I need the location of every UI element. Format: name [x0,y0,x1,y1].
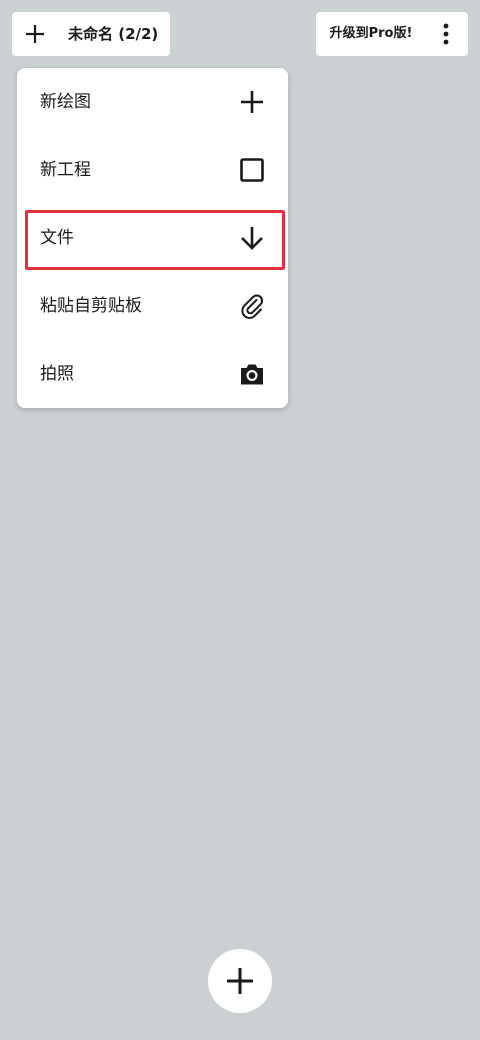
menu-item-new-project[interactable]: 新工程 [17,136,288,204]
menu-item-file[interactable]: 文件 [17,204,288,272]
plus-icon [26,25,44,43]
menu-item-label: 新工程 [40,160,91,180]
new-menu: 新绘图 新工程 文件 粘贴自剪贴板 拍照 [17,68,288,408]
more-options-button[interactable] [428,12,464,56]
arrow-down-icon [241,227,263,250]
upgrade-button[interactable]: 升级到Pro版! [316,12,426,56]
more-vertical-icon [443,23,449,45]
fab-add-button[interactable] [208,949,272,1013]
plus-icon [241,91,263,113]
document-title[interactable]: 未命名 (2/2) [68,12,158,56]
square-icon [240,158,264,182]
menu-item-new-drawing[interactable]: 新绘图 [17,68,288,136]
menu-item-label: 文件 [40,228,74,248]
menu-item-label: 新绘图 [40,92,91,112]
title-bar: 未命名 (2/2) [12,12,170,56]
add-button[interactable] [12,12,58,56]
menu-item-take-photo[interactable]: 拍照 [17,340,288,408]
paperclip-icon [241,294,264,319]
menu-item-label: 拍照 [40,364,74,384]
plus-icon [227,968,253,994]
menu-item-label: 粘贴自剪贴板 [40,296,142,316]
camera-icon [241,364,263,385]
upgrade-bar: 升级到Pro版! [316,12,468,56]
menu-item-paste-from-clipboard[interactable]: 粘贴自剪贴板 [17,272,288,340]
